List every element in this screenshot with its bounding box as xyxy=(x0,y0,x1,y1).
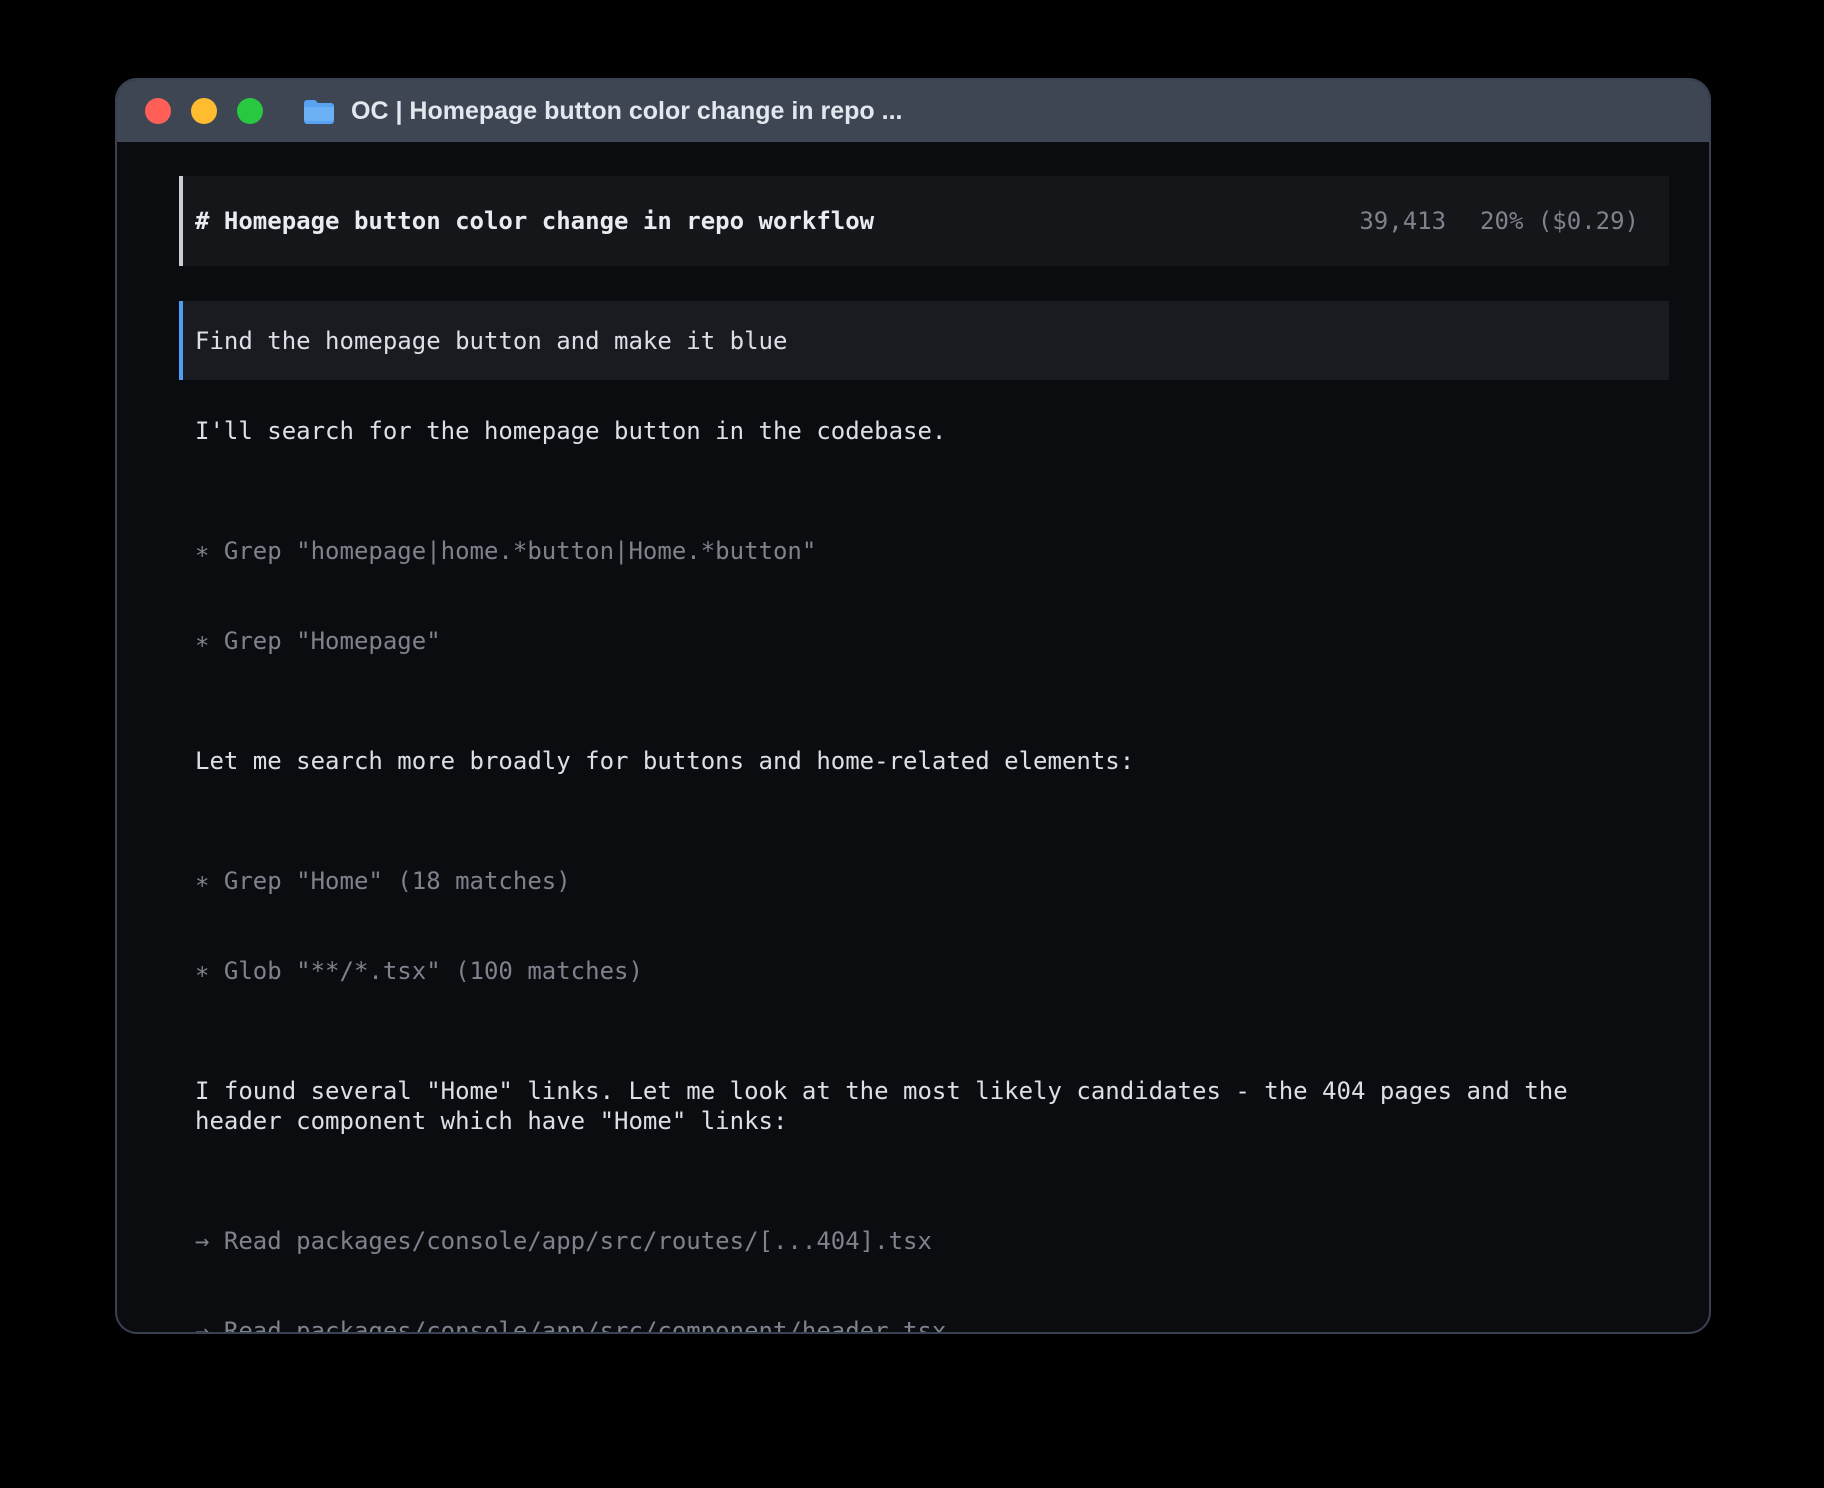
tool-call-group: ∗ Grep "homepage|home.*button|Home.*butt… xyxy=(179,476,1669,716)
window-controls xyxy=(145,98,263,124)
tool-call-group: → Read packages/console/app/src/routes/[… xyxy=(179,1166,1669,1334)
tool-call-group: ∗ Grep "Home" (18 matches) ∗ Glob "**/*.… xyxy=(179,806,1669,1046)
session-title: # Homepage button color change in repo w… xyxy=(195,206,874,236)
tool-call-glob: ∗ Glob "**/*.tsx" (100 matches) xyxy=(195,956,1639,986)
terminal-window: OC | Homepage button color change in rep… xyxy=(115,78,1711,1334)
assistant-paragraph: Let me search more broadly for buttons a… xyxy=(179,746,1669,776)
session-header: # Homepage button color change in repo w… xyxy=(179,176,1669,266)
tool-call-grep: ∗ Grep "Homepage" xyxy=(195,626,1639,656)
tool-call-read: → Read packages/console/app/src/componen… xyxy=(195,1316,1639,1334)
context-usage: 20% ($0.29) xyxy=(1480,206,1639,236)
session-stats: 39,413 20% ($0.29) xyxy=(1359,206,1639,236)
token-count: 39,413 xyxy=(1359,206,1446,236)
user-message: Find the homepage button and make it blu… xyxy=(179,301,1669,380)
assistant-response: I'll search for the homepage button in t… xyxy=(179,416,1669,1334)
tool-call-grep: ∗ Grep "homepage|home.*button|Home.*butt… xyxy=(195,536,1639,566)
zoom-button[interactable] xyxy=(237,98,263,124)
minimize-button[interactable] xyxy=(191,98,217,124)
assistant-paragraph: I found several "Home" links. Let me loo… xyxy=(179,1076,1669,1136)
tool-call-read: → Read packages/console/app/src/routes/[… xyxy=(195,1226,1639,1256)
titlebar[interactable]: OC | Homepage button color change in rep… xyxy=(117,80,1709,142)
close-button[interactable] xyxy=(145,98,171,124)
user-message-text: Find the homepage button and make it blu… xyxy=(195,326,787,356)
window-title-group: OC | Homepage button color change in rep… xyxy=(303,97,902,126)
window-title: OC | Homepage button color change in rep… xyxy=(351,97,902,126)
terminal-content: # Homepage button color change in repo w… xyxy=(117,142,1709,1334)
tool-call-grep: ∗ Grep "Home" (18 matches) xyxy=(195,866,1639,896)
assistant-paragraph: I'll search for the homepage button in t… xyxy=(179,416,1669,446)
folder-icon xyxy=(303,98,335,124)
